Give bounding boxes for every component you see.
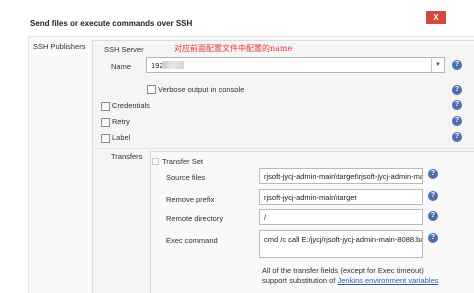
help-icon[interactable]: ? <box>428 211 438 221</box>
remote-directory-label: Remote directory <box>166 214 224 223</box>
source-files-input[interactable]: rjsoft-jycj-admin-main\target\rjsoft-jyc… <box>259 168 423 184</box>
credentials-checkbox[interactable] <box>101 102 110 111</box>
annotation-text: 对应前面配置文件中配置的name <box>174 44 293 53</box>
credentials-label: Credentials <box>112 101 150 110</box>
remove-prefix-input[interactable]: rjsoft-jycj-admin-main\target <box>259 189 423 205</box>
remote-directory-input[interactable]: / <box>259 209 423 225</box>
transfer-set-heading: Transfer Set <box>162 157 203 166</box>
help-icon[interactable]: ? <box>452 85 462 95</box>
verbose-label: Verbose output in console <box>158 85 245 94</box>
retry-checkbox[interactable] <box>101 118 110 127</box>
label-option-label: Label <box>112 133 131 142</box>
name-select[interactable]: 192. ▼ <box>146 57 445 73</box>
help-icon[interactable]: ? <box>428 233 438 243</box>
help-icon[interactable]: ? <box>452 116 462 126</box>
help-icon[interactable]: ? <box>428 191 438 201</box>
exec-command-textarea[interactable]: cmd /c call E:/jycj/rjsoft-jycj-admin-ma… <box>259 230 423 258</box>
retry-label: Retry <box>112 117 130 126</box>
help-icon[interactable]: ? <box>452 100 462 110</box>
note-line-2: support substitution of Jenkins environm… <box>262 276 438 286</box>
close-button[interactable]: X <box>426 11 446 24</box>
ssh-server-heading: SSH Server <box>104 45 144 54</box>
redacted-block <box>162 61 184 69</box>
note-prefix: support substitution of <box>262 276 336 285</box>
substitution-note: All of the transfer fields (except for E… <box>262 266 438 286</box>
label-checkbox[interactable] <box>101 134 110 143</box>
source-files-label: Source files <box>166 173 206 182</box>
name-label: Name <box>111 62 132 71</box>
chevron-down-icon[interactable]: ▼ <box>431 58 444 72</box>
help-icon[interactable]: ? <box>452 132 462 142</box>
note-line-1: All of the transfer fields (except for E… <box>262 266 424 275</box>
env-variables-link[interactable]: Jenkins environment variables <box>337 276 438 285</box>
verbose-checkbox[interactable] <box>147 85 156 94</box>
ssh-publishers-label: SSH Publishers <box>33 42 86 51</box>
transfers-label: Transfers <box>111 152 143 161</box>
exec-command-label: Exec command <box>166 236 218 245</box>
help-icon[interactable]: ? <box>452 60 462 70</box>
divider <box>92 148 474 149</box>
section-title: Send files or execute commands over SSH <box>30 19 193 28</box>
remove-prefix-label: Remove prefix <box>166 195 215 204</box>
drag-handle[interactable] <box>152 158 159 165</box>
help-icon[interactable]: ? <box>428 169 438 179</box>
